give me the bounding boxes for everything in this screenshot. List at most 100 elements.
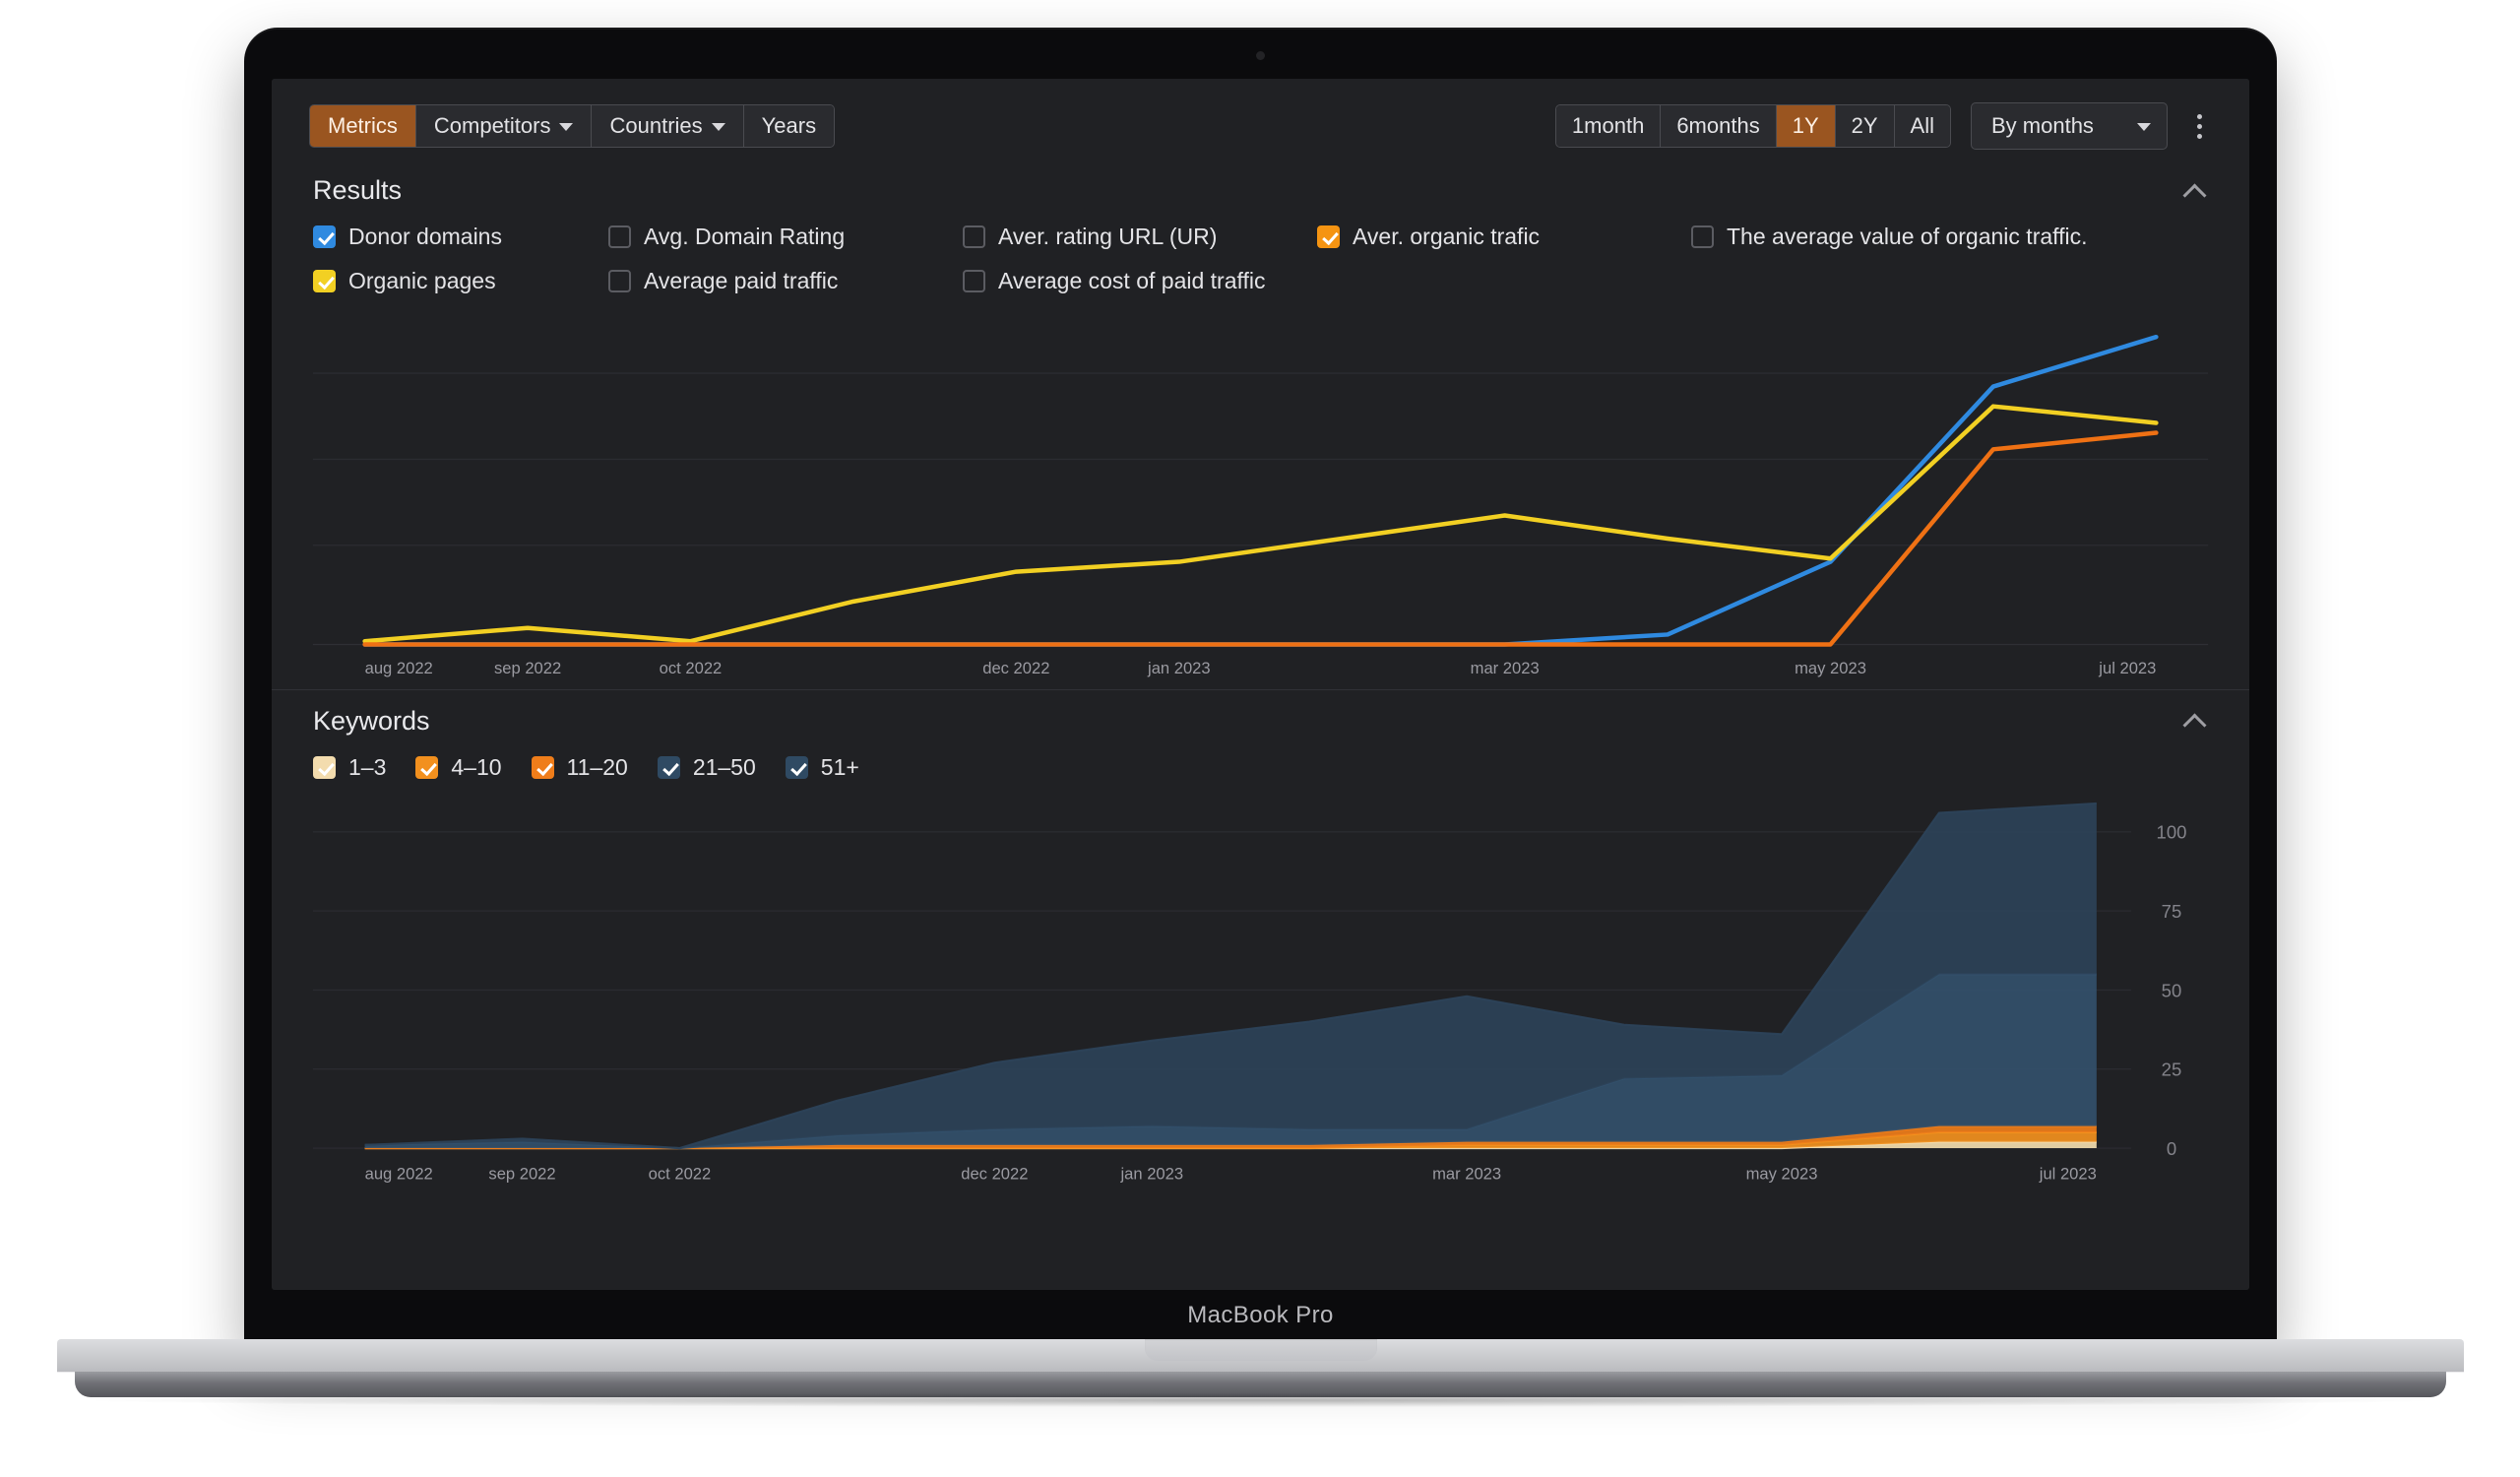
checkbox-bucket-4-10[interactable]: 4–10 (415, 753, 502, 781)
checkbox-bucket-21-50[interactable]: 21–50 (657, 753, 756, 781)
checkbox-box (963, 270, 985, 292)
checkbox-label: 21–50 (692, 753, 756, 780)
svg-text:sep 2022: sep 2022 (488, 1164, 555, 1183)
checkbox-bucket-51-plus[interactable]: 51+ (785, 753, 859, 781)
checkbox-avg-domain-rating[interactable]: Avg. Domain Rating (608, 224, 963, 250)
nav-tab-years-label: Years (761, 113, 817, 138)
checkbox-bucket-11-20[interactable]: 11–20 (531, 753, 628, 781)
kebab-dot (2197, 133, 2202, 139)
checkbox-organic-pages[interactable]: Organic pages (313, 268, 608, 294)
grouping-select[interactable]: By months (1971, 102, 2168, 150)
svg-text:0: 0 (2167, 1137, 2176, 1158)
checkbox-average-value-organic-traffic[interactable]: The average value of organic traffic. (1691, 224, 2088, 250)
keyword-bucket-row: 1–3 4–10 11–20 21–50 51+ (313, 754, 2208, 781)
kebab-menu-icon[interactable] (2187, 108, 2212, 145)
keywords-panel-title: Keywords (313, 705, 430, 736)
results-panel-header: Results (309, 160, 2212, 216)
range-option-all-label: All (1910, 113, 1934, 138)
checkbox-box (608, 225, 631, 248)
macbook-pro-device: MacBook Pro Metrics Competitors Countrie… (244, 28, 2277, 1347)
checkbox-box (785, 755, 808, 779)
checkbox-aver-organic-trafic[interactable]: Aver. organic trafic (1317, 224, 1691, 250)
checkbox-label: 1–3 (348, 753, 387, 780)
checkbox-box (1317, 225, 1340, 248)
svg-text:may 2023: may 2023 (1746, 1164, 1818, 1183)
app-toolbar: Metrics Competitors Countries Years 1mon… (272, 79, 2249, 160)
chevron-up-icon[interactable] (2182, 708, 2208, 734)
checkbox-label: Aver. organic trafic (1353, 224, 1541, 249)
svg-text:100: 100 (2157, 821, 2187, 842)
results-panel: Results Donor domains Avg. Domain Rating (272, 160, 2249, 685)
checkbox-bucket-1-3[interactable]: 1–3 (313, 754, 386, 781)
range-option-6months-label: 6months (1676, 113, 1760, 138)
svg-text:aug 2022: aug 2022 (365, 659, 433, 677)
checkbox-box (1691, 225, 1714, 248)
chevron-up-icon[interactable] (2182, 178, 2208, 204)
range-option-2y-label: 2Y (1851, 113, 1878, 138)
svg-text:dec 2022: dec 2022 (961, 1164, 1028, 1183)
checkbox-box (313, 270, 336, 292)
svg-text:may 2023: may 2023 (1795, 659, 1866, 677)
checkbox-label: Donor domains (348, 224, 502, 249)
checkbox-label: Average cost of paid traffic (998, 268, 1266, 293)
svg-text:mar 2023: mar 2023 (1471, 659, 1540, 677)
svg-text:75: 75 (2162, 900, 2182, 921)
nav-tab-metrics[interactable]: Metrics (310, 105, 416, 147)
checkbox-box (963, 225, 985, 248)
keywords-panel: Keywords 1–3 4–10 11–20 21–50 51+ 0 25 5… (272, 690, 2249, 1190)
laptop-screen: Metrics Competitors Countries Years 1mon… (272, 79, 2249, 1290)
checkbox-average-paid-traffic[interactable]: Average paid traffic (608, 268, 963, 294)
svg-text:jan 2023: jan 2023 (1119, 1164, 1183, 1183)
checkbox-label: 11–20 (566, 753, 628, 780)
range-option-1month-label: 1month (1571, 113, 1645, 138)
nav-tab-countries-label: Countries (609, 113, 703, 138)
nav-tab-competitors-label: Competitors (433, 113, 551, 138)
app-window: Metrics Competitors Countries Years 1mon… (272, 79, 2249, 1290)
svg-text:50: 50 (2162, 980, 2182, 1000)
nav-tab-countries[interactable]: Countries (592, 105, 744, 147)
range-option-1y[interactable]: 1Y (1776, 105, 1836, 147)
keywords-bucket-checkboxes: 1–3 4–10 11–20 21–50 51+ (309, 746, 2212, 787)
checkbox-donor-domains[interactable]: Donor domains (313, 224, 608, 250)
range-option-6months[interactable]: 6months (1661, 105, 1777, 147)
kebab-dot (2197, 123, 2202, 129)
svg-text:oct 2022: oct 2022 (660, 659, 723, 677)
results-metric-checkboxes: Donor domains Avg. Domain Rating Aver. r… (309, 216, 2212, 300)
checkbox-label: Average paid traffic (644, 268, 839, 293)
nav-tab-years[interactable]: Years (743, 105, 835, 147)
range-option-1y-label: 1Y (1792, 113, 1819, 138)
grouping-select-value: By months (1991, 113, 2094, 138)
nav-tab-metrics-label: Metrics (328, 113, 398, 138)
checkbox-box (608, 270, 631, 292)
svg-text:jan 2023: jan 2023 (1147, 659, 1211, 677)
keywords-panel-header: Keywords (309, 690, 2212, 746)
svg-text:mar 2023: mar 2023 (1432, 1164, 1501, 1183)
laptop-base (57, 1339, 2464, 1407)
checkbox-box (657, 755, 680, 779)
checkbox-average-cost-paid-traffic[interactable]: Average cost of paid traffic (963, 268, 1265, 294)
checkbox-label: Avg. Domain Rating (644, 224, 846, 249)
webcam-icon (1256, 51, 1265, 60)
range-option-1month[interactable]: 1month (1555, 105, 1662, 147)
base-notch (1144, 1339, 1377, 1361)
toolbar-right-cluster: 1month 6months 1Y 2Y All By months (1554, 102, 2212, 150)
mockup-stage: MacBook Pro Metrics Competitors Countrie… (0, 0, 2520, 1477)
svg-text:jul 2023: jul 2023 (2039, 1164, 2097, 1183)
nav-tab-competitors[interactable]: Competitors (415, 105, 593, 147)
checkbox-box (415, 755, 439, 779)
metric-row-1: Donor domains Avg. Domain Rating Aver. r… (313, 224, 2208, 250)
device-brand-label: MacBook Pro (1187, 1302, 1334, 1328)
svg-text:aug 2022: aug 2022 (365, 1164, 433, 1183)
time-range-button-group: 1month 6months 1Y 2Y All (1554, 104, 1951, 148)
range-option-2y[interactable]: 2Y (1835, 105, 1895, 147)
svg-text:dec 2022: dec 2022 (982, 659, 1049, 677)
checkbox-aver-rating-url[interactable]: Aver. rating URL (UR) (963, 224, 1317, 250)
results-line-chart: aug 2022 sep 2022 oct 2022 dec 2022 jan 2023… (309, 300, 2212, 685)
checkbox-box (313, 755, 336, 779)
checkbox-label: Organic pages (348, 268, 496, 293)
checkbox-label: 4–10 (451, 753, 502, 780)
checkbox-label: 51+ (820, 753, 859, 780)
results-panel-title: Results (313, 175, 403, 205)
svg-text:25: 25 (2162, 1059, 2182, 1079)
range-option-all[interactable]: All (1894, 105, 1950, 147)
